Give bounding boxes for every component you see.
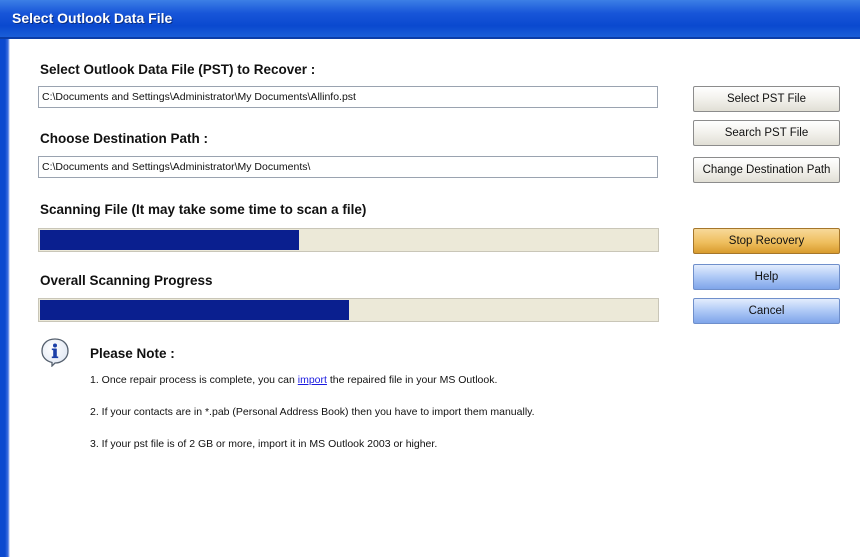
scanning-file-label: Scanning File (It may take some time to … bbox=[40, 202, 367, 217]
change-destination-path-button[interactable]: Change Destination Path bbox=[693, 157, 840, 183]
help-button[interactable]: Help bbox=[693, 264, 840, 290]
overall-progress-bar bbox=[38, 298, 659, 322]
info-icon bbox=[40, 337, 70, 368]
window-title: Select Outlook Data File bbox=[12, 10, 173, 26]
title-bar: Select Outlook Data File bbox=[0, 0, 860, 39]
search-pst-file-button[interactable]: Search PST File bbox=[693, 120, 840, 146]
stop-recovery-button[interactable]: Stop Recovery bbox=[693, 228, 840, 254]
cancel-button[interactable]: Cancel bbox=[693, 298, 840, 324]
note-line-1-text-end: the repaired file in your MS Outlook. bbox=[326, 374, 498, 386]
note-line-2: 2. If your contacts are in *.pab (Person… bbox=[90, 406, 535, 418]
pst-file-label: Select Outlook Data File (PST) to Recove… bbox=[40, 62, 316, 77]
select-outlook-data-file-window: Select Outlook Data File Select Outlook … bbox=[0, 0, 860, 557]
destination-path-field[interactable]: C:\Documents and Settings\Administrator\… bbox=[38, 156, 658, 178]
destination-path-label: Choose Destination Path : bbox=[40, 131, 209, 146]
note-line-1: 1. Once repair process is complete, you … bbox=[90, 374, 497, 386]
note-title: Please Note : bbox=[90, 346, 175, 361]
overall-progress-fill bbox=[40, 300, 349, 320]
note-line-3: 3. If your pst file is of 2 GB or more, … bbox=[90, 438, 438, 450]
pst-file-path-field[interactable]: C:\Documents and Settings\Administrator\… bbox=[38, 86, 658, 108]
note-line-1-text-start: 1. Once repair process is complete, you … bbox=[90, 374, 298, 386]
window-left-border bbox=[0, 39, 10, 557]
scanning-file-progress-fill bbox=[40, 230, 299, 250]
import-link[interactable]: import bbox=[298, 374, 327, 386]
scanning-file-progress-bar bbox=[38, 228, 659, 252]
select-pst-file-button[interactable]: Select PST File bbox=[693, 86, 840, 112]
overall-progress-label: Overall Scanning Progress bbox=[40, 273, 213, 288]
